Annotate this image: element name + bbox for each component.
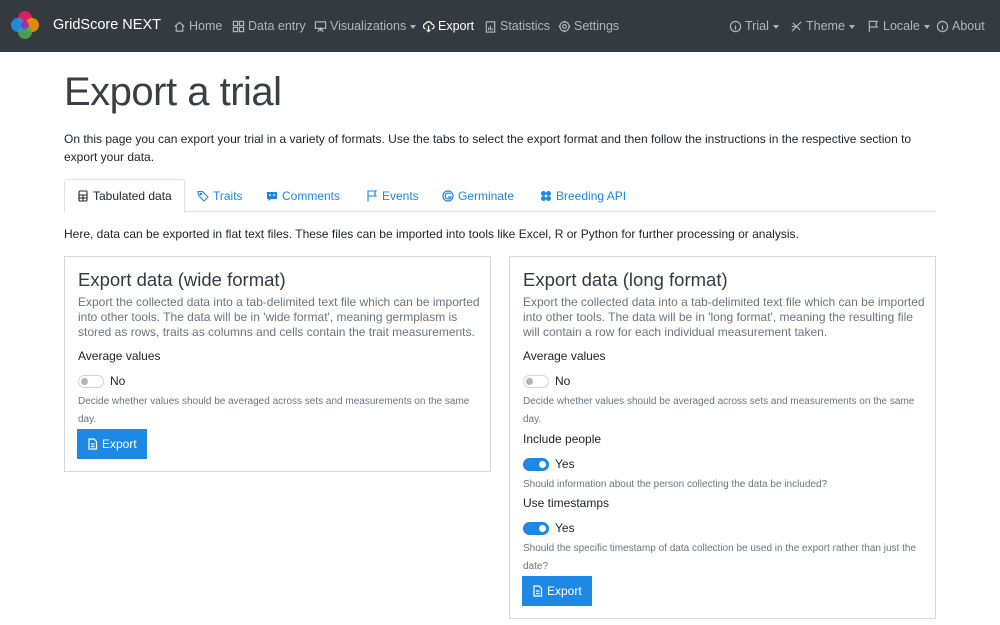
clipboard-data-icon <box>485 20 496 33</box>
nav-trial-label: Trial <box>745 19 769 33</box>
tab-label: Events <box>382 188 419 203</box>
average-values-help: Decide whether values should be averaged… <box>523 396 915 425</box>
grid-icon <box>232 20 245 32</box>
average-values-state: No <box>555 374 571 388</box>
include-people-state: Yes <box>555 457 575 471</box>
export-wide-button[interactable]: Export <box>77 429 147 459</box>
nav-statistics-label: Statistics <box>500 19 551 33</box>
table-icon <box>78 190 88 202</box>
tab-label: Germinate <box>458 188 515 203</box>
nav-export[interactable]: Export <box>422 18 474 34</box>
long-format-card: Export data (long format) Export the col… <box>509 256 936 619</box>
use-timestamps-state: Yes <box>555 521 575 535</box>
tab-label: Traits <box>213 188 243 203</box>
nav-trial[interactable]: Trial <box>729 18 779 34</box>
top-navbar: GridScore NEXT Home Data entry Visualiza… <box>0 0 1000 52</box>
tags-icon <box>197 190 209 202</box>
nav-export-label: Export <box>438 19 475 33</box>
tab-germinate[interactable]: Germinate <box>430 179 526 212</box>
average-values-state: No <box>110 374 126 388</box>
chevron-down-icon <box>772 24 779 29</box>
nav-theme-label: Theme <box>806 19 845 33</box>
average-values-label: Average values <box>78 349 161 363</box>
gridscore-logo[interactable] <box>10 10 40 40</box>
card-title: Export data (wide format) <box>78 269 286 290</box>
home-icon <box>174 21 185 32</box>
tab-tabulated-data[interactable]: Tabulated data <box>64 179 185 213</box>
use-timestamps-label: Use timestamps <box>523 496 610 510</box>
nav-home[interactable]: Home <box>173 18 222 34</box>
flag-icon <box>868 20 879 32</box>
average-values-label: Average values <box>523 349 606 363</box>
export-tabs: Tabulated data Traits Comments Events Ge… <box>64 179 936 213</box>
tab-label: Breeding API <box>556 188 627 203</box>
tab-description: Here, data can be exported in flat text … <box>64 227 799 241</box>
export-long-button[interactable]: Export <box>522 576 592 606</box>
brand-name[interactable]: GridScore NEXT <box>53 17 161 33</box>
tab-label: Tabulated data <box>93 189 172 203</box>
nav-data-entry[interactable]: Data entry <box>232 18 306 34</box>
nav-settings-label: Settings <box>574 19 620 33</box>
card-description: Export the collected data into a tab-del… <box>78 295 480 339</box>
card-description: Export the collected data into a tab-del… <box>523 295 925 339</box>
nav-locale-label: Locale <box>883 19 920 33</box>
nav-theme[interactable]: Theme <box>790 18 855 34</box>
easel-icon <box>314 20 327 32</box>
info-circle-icon <box>936 20 949 32</box>
comment-icon <box>267 191 277 201</box>
brapi-icon <box>541 190 551 201</box>
use-timestamps-help: Should the specific timestamp of data co… <box>523 543 917 572</box>
nav-locale[interactable]: Locale <box>867 18 930 34</box>
wide-format-card: Export data (wide format) Export the col… <box>64 256 491 472</box>
page-title: Export a trial <box>64 70 282 114</box>
chevron-down-icon <box>923 24 930 29</box>
nav-data-entry-label: Data entry <box>248 19 306 33</box>
card-title: Export data (long format) <box>523 269 728 290</box>
file-icon <box>88 438 98 450</box>
germinate-icon <box>442 189 454 202</box>
button-label: Export <box>547 584 582 598</box>
nav-home-label: Home <box>189 19 223 33</box>
tab-label: Comments <box>282 188 341 203</box>
include-people-toggle[interactable] <box>523 458 549 471</box>
tab-events[interactable]: Events <box>354 179 431 212</box>
tab-traits[interactable]: Traits <box>185 179 255 212</box>
file-icon <box>533 585 543 597</box>
average-values-toggle[interactable] <box>523 375 549 388</box>
chevron-down-icon <box>410 24 417 29</box>
gear-icon <box>558 20 571 32</box>
tab-comments[interactable]: Comments <box>254 179 352 212</box>
info-circle-icon <box>729 20 742 32</box>
tab-breeding-api[interactable]: Breeding API <box>528 179 638 212</box>
page-intro: On this page you can export your trial i… <box>64 132 912 164</box>
average-values-help: Decide whether values should be averaged… <box>78 396 470 425</box>
include-people-label: Include people <box>523 432 602 446</box>
nav-about[interactable]: About <box>936 18 985 34</box>
chevron-down-icon <box>848 24 855 29</box>
average-values-toggle[interactable] <box>78 375 104 388</box>
button-label: Export <box>102 437 137 451</box>
nav-settings[interactable]: Settings <box>558 18 619 34</box>
flag-icon <box>367 189 377 201</box>
nav-about-label: About <box>952 19 985 33</box>
palette-icon <box>791 20 802 32</box>
cloud-download-icon <box>422 20 435 32</box>
nav-visualizations[interactable]: Visualizations <box>314 18 417 34</box>
nav-statistics[interactable]: Statistics <box>484 18 550 34</box>
include-people-help: Should information about the person coll… <box>523 479 828 490</box>
nav-visualizations-label: Visualizations <box>330 19 407 33</box>
use-timestamps-toggle[interactable] <box>523 522 549 535</box>
